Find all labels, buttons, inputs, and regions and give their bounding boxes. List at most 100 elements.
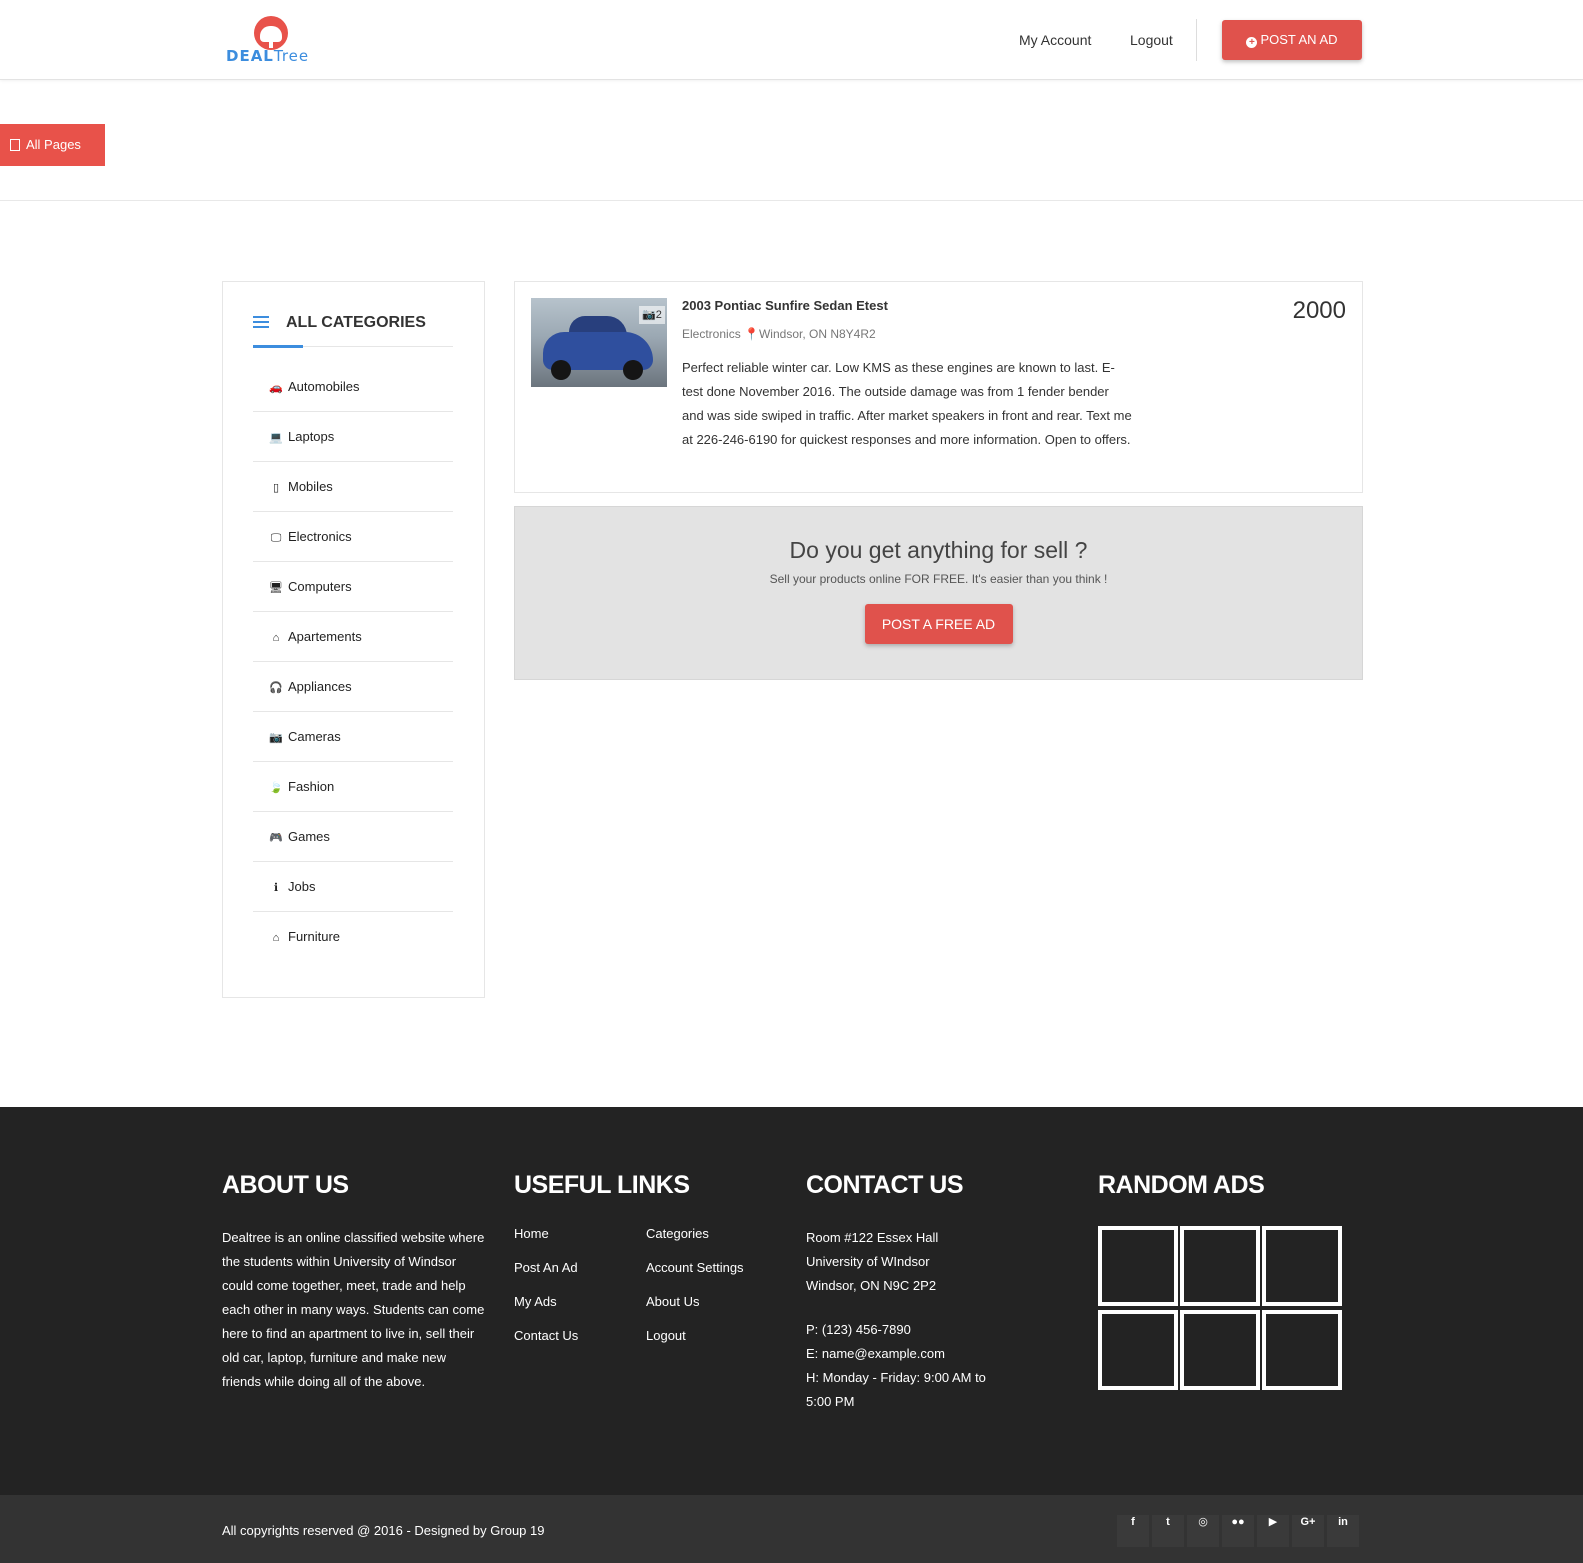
category-label: Electronics — [288, 529, 352, 544]
category-label: Appliances — [288, 679, 352, 694]
about-text: Dealtree is an online classified website… — [222, 1230, 485, 1389]
list-icon — [253, 316, 269, 328]
laptop-icon: 💻 — [269, 432, 283, 444]
random-ad-thumb[interactable] — [1180, 1310, 1260, 1390]
listing-location: Windsor, ON N8Y4R2 — [758, 327, 876, 341]
listing-meta: Electronics 📍Windsor, ON N8Y4R2 — [682, 327, 876, 341]
categories-sidebar: ALL CATEGORIES 🚗 Automobiles 💻 Laptops ▯ Mobi… — [222, 281, 485, 998]
category-item[interactable]: ℹ Jobs — [253, 862, 453, 912]
useful-links-section: USEFUL LINKS Home Categories Post An Ad Acc… — [514, 1171, 779, 1362]
category-label: Mobiles — [288, 479, 333, 494]
footer-link[interactable]: Categories — [646, 1226, 709, 1241]
category-label: Computers — [288, 579, 352, 594]
category-label: Apartements — [288, 629, 362, 644]
promo-subtitle: Sell your products online FOR FREE. It's… — [769, 572, 1108, 586]
category-label: Fashion — [288, 779, 335, 794]
category-item[interactable]: 🎮 Games — [253, 812, 453, 862]
footer-link[interactable]: Post An Ad — [514, 1260, 646, 1275]
plus-circle-icon: + — [1246, 37, 1258, 48]
listing-title[interactable]: 2003 Pontiac Sunfire Sedan Etest — [682, 298, 888, 313]
dribbble-icon[interactable]: ◎ — [1187, 1515, 1219, 1547]
link-row: Home Categories — [514, 1226, 779, 1260]
link-row: Post An Ad Account Settings — [514, 1260, 779, 1294]
footer-link[interactable]: Account Settings — [646, 1260, 744, 1275]
category-item[interactable]: 🖵 Electronics — [253, 512, 453, 562]
email[interactable]: E: name@example.com — [806, 1342, 986, 1366]
listing-card[interactable]: 📷2 2003 Pontiac Sunfire Sedan Etest Elec… — [514, 281, 1363, 493]
contact-details: Room #122 Essex Hall University of WInds… — [806, 1226, 986, 1414]
post-free-ad-button[interactable]: POST A FREE AD — [864, 604, 1013, 644]
category-label: Jobs — [288, 879, 316, 894]
random-ad-thumb[interactable] — [1180, 1226, 1260, 1306]
my-account-link[interactable]: My Account — [1019, 32, 1091, 48]
logo-text: DEALTree — [226, 47, 310, 65]
site-footer: ABOUT US Dealtree is an online classifie… — [0, 1107, 1583, 1495]
camera-icon: 📷 — [642, 309, 656, 321]
post-free-ad-banner: Do you get anything for sell ? Sell your… — [514, 506, 1363, 680]
footer-link[interactable]: My Ads — [514, 1294, 646, 1309]
file-icon — [10, 139, 20, 151]
listing-description: Perfect reliable winter car. Low KMS as … — [682, 360, 1132, 447]
category-label: Furniture — [288, 929, 341, 944]
mobile-icon: ▯ — [272, 482, 280, 494]
camera-icon: 📷 — [269, 732, 283, 744]
links-heading: USEFUL LINKS — [514, 1171, 690, 1199]
address-line: Room #122 Essex Hall — [806, 1230, 939, 1245]
category-item[interactable]: ⌂ Apartements — [253, 612, 453, 662]
random-ad-thumb[interactable] — [1262, 1310, 1342, 1390]
categories-heading: ALL CATEGORIES — [253, 314, 426, 332]
random-ad-thumb[interactable] — [1098, 1310, 1178, 1390]
youtube-icon[interactable]: ▶ — [1257, 1515, 1289, 1547]
category-item[interactable]: 🎧 Appliances — [253, 662, 453, 712]
nav-divider — [1196, 19, 1197, 61]
contact-heading: CONTACT US — [806, 1171, 964, 1199]
footer-link[interactable]: Home — [514, 1226, 646, 1241]
dealtree-logo[interactable]: DEALTree — [226, 14, 322, 66]
about-section: ABOUT US Dealtree is an online classifie… — [222, 1171, 487, 1394]
phone: P: (123) 456-7890 — [806, 1322, 911, 1337]
listing-price: 2000 — [1292, 297, 1346, 324]
random-ad-thumb[interactable] — [1262, 1226, 1342, 1306]
headphones-icon: 🎧 — [269, 682, 283, 694]
footer-link[interactable]: Contact Us — [514, 1328, 646, 1343]
category-item[interactable]: ⌂ Furniture — [253, 912, 453, 962]
linkedin-icon[interactable]: in — [1327, 1515, 1359, 1547]
google-plus-icon[interactable]: G+ — [1292, 1515, 1324, 1547]
twitter-icon[interactable]: t — [1152, 1515, 1184, 1547]
info-icon: ℹ — [273, 882, 279, 894]
all-pages-button[interactable]: All Pages — [0, 124, 105, 166]
leaf-icon: 🍃 — [269, 782, 283, 794]
category-item[interactable]: 📷 Cameras — [253, 712, 453, 762]
facebook-icon[interactable]: f — [1117, 1515, 1149, 1547]
category-item[interactable]: 🍃 Fashion — [253, 762, 453, 812]
category-item[interactable]: ▯ Mobiles — [253, 462, 453, 512]
footer-link[interactable]: About Us — [646, 1294, 699, 1309]
flickr-icon[interactable]: ●● — [1222, 1515, 1254, 1547]
category-item[interactable]: 🖥 Computers — [253, 562, 453, 612]
category-item[interactable]: 💻 Laptops — [253, 412, 453, 462]
desktop-icon: 🖥 — [269, 582, 283, 594]
hours: 5:00 PM — [806, 1394, 855, 1409]
monitor-icon: 🖵 — [270, 532, 282, 544]
listing-category[interactable]: Electronics — [682, 327, 741, 341]
social-links: f t ◎ ●● ▶ G+ in — [1117, 1515, 1362, 1547]
address-line: University of WIndsor — [806, 1254, 930, 1269]
address-line: Windsor, ON N9C 2P2 — [806, 1278, 937, 1293]
footer-link[interactable]: Logout — [646, 1328, 686, 1343]
category-label: Laptops — [288, 429, 335, 444]
random-ads-section: RANDOM ADS — [1098, 1171, 1358, 1394]
post-an-ad-button[interactable]: + POST AN AD — [1222, 20, 1362, 60]
category-list: 🚗 Automobiles 💻 Laptops ▯ Mobiles 🖵 Electronics… — [253, 362, 453, 962]
category-label: Cameras — [288, 729, 341, 744]
gamepad-icon: 🎮 — [269, 832, 283, 844]
logout-link[interactable]: Logout — [1130, 32, 1173, 48]
hours: H: Monday - Friday: 9:00 AM to — [806, 1370, 986, 1385]
category-item[interactable]: 🚗 Automobiles — [253, 362, 453, 412]
about-heading: ABOUT US — [222, 1171, 349, 1199]
random-ad-thumb[interactable] — [1098, 1226, 1178, 1306]
photo-count-badge: 📷2 — [639, 306, 665, 324]
listing-photo[interactable]: 📷2 — [531, 298, 667, 387]
home-icon: ⌂ — [272, 932, 280, 944]
copyright: All copyrights reserved @ 2016 - Designe… — [222, 1523, 545, 1538]
home-icon: ⌂ — [272, 632, 280, 644]
